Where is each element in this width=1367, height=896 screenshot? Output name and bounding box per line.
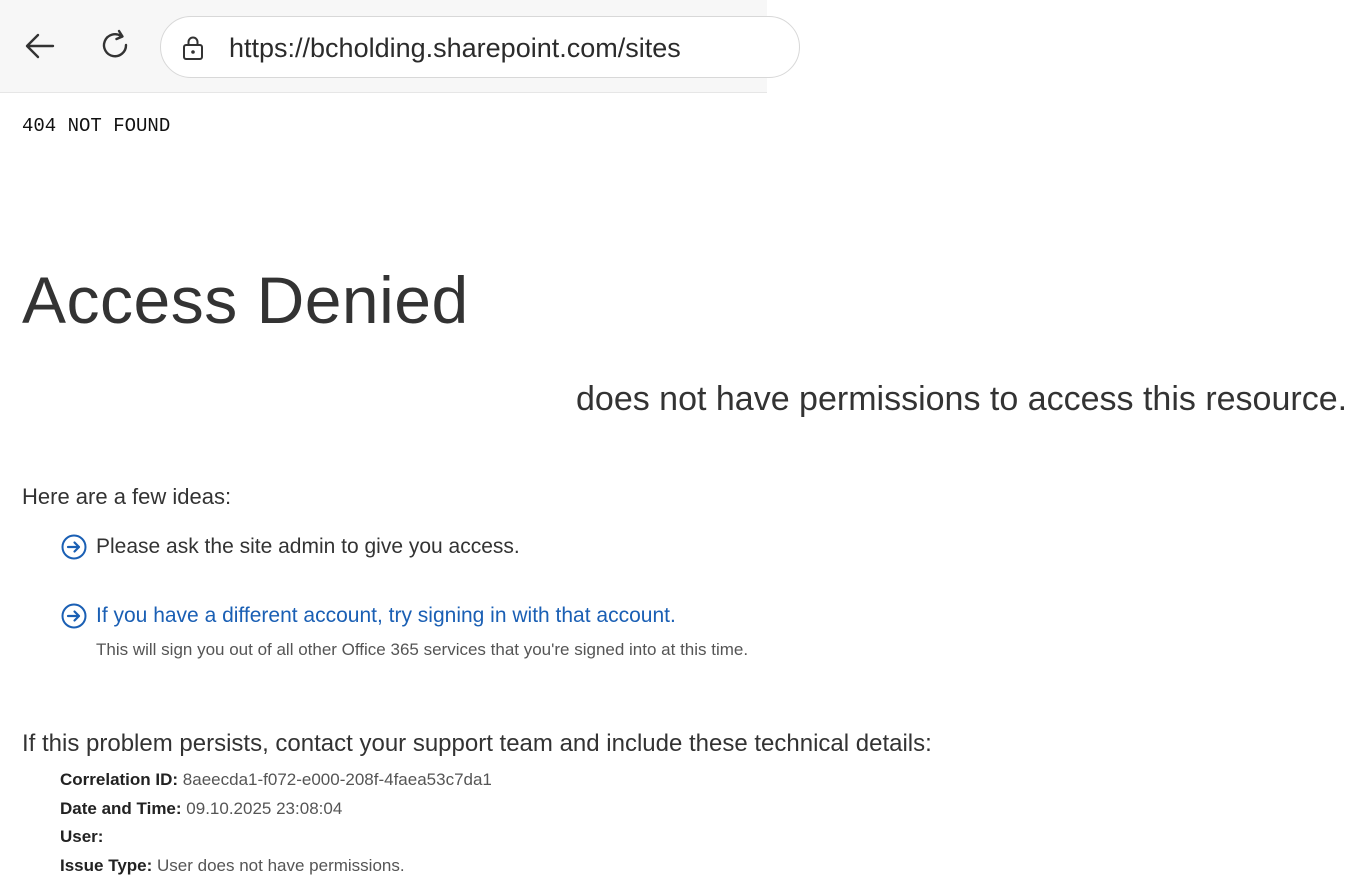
date-time-label: Date and Time: bbox=[60, 798, 182, 818]
address-bar[interactable]: https://bcholding.sharepoint.com/sites bbox=[160, 16, 800, 78]
back-arrow-icon bbox=[25, 33, 55, 59]
sign-in-different-account-link[interactable]: If you have a different account, try sig… bbox=[96, 604, 676, 628]
correlation-id-label: Correlation ID: bbox=[60, 770, 179, 789]
issue-type-label: Issue Type: bbox=[60, 855, 153, 875]
page-title: Access Denied bbox=[22, 263, 469, 337]
support-message: If this problem persists, contact your s… bbox=[22, 730, 932, 757]
idea-ask-admin-text: Please ask the site admin to give you ac… bbox=[96, 535, 520, 558]
lock-icon[interactable] bbox=[181, 35, 205, 61]
correlation-id-row: Correlation ID: 8aeecda1-f072-e000-208f-… bbox=[60, 766, 492, 795]
page: https://bcholding.sharepoint.com/sites 4… bbox=[0, 0, 1367, 896]
browser-window: https://bcholding.sharepoint.com/sites 4… bbox=[0, 0, 800, 236]
technical-details: Correlation ID: 8aeecda1-f072-e000-208f-… bbox=[60, 766, 492, 880]
reload-button[interactable] bbox=[95, 26, 135, 66]
user-label: User: bbox=[60, 827, 104, 846]
sign-out-note: This will sign you out of all other Offi… bbox=[96, 640, 749, 659]
idea-different-account[interactable]: If you have a different account, try sig… bbox=[60, 602, 676, 630]
issue-type-row: Issue Type: User does not have permissio… bbox=[60, 852, 492, 881]
error-404-text: 404 NOT FOUND bbox=[22, 115, 171, 137]
arrow-circle-icon[interactable] bbox=[60, 602, 88, 630]
reload-icon bbox=[102, 29, 128, 58]
back-button[interactable] bbox=[20, 26, 60, 66]
ideas-heading: Here are a few ideas: bbox=[22, 484, 232, 509]
date-time-value: 09.10.2025 23:08:04 bbox=[186, 798, 343, 818]
arrow-circle-icon bbox=[61, 534, 87, 560]
idea-ask-admin: Please ask the site admin to give you ac… bbox=[60, 533, 520, 561]
permission-message: does not have permissions to access this… bbox=[576, 380, 1348, 418]
user-row: User: bbox=[60, 823, 492, 852]
correlation-id-value: 8aeecda1-f072-e000-208f-4faea53c7da1 bbox=[182, 770, 492, 789]
date-time-row: Date and Time: 09.10.2025 23:08:04 bbox=[60, 795, 492, 824]
browser-toolbar: https://bcholding.sharepoint.com/sites bbox=[0, 0, 800, 93]
issue-type-value: User does not have permissions. bbox=[157, 855, 405, 875]
url-text[interactable]: https://bcholding.sharepoint.com/sites bbox=[229, 33, 681, 64]
